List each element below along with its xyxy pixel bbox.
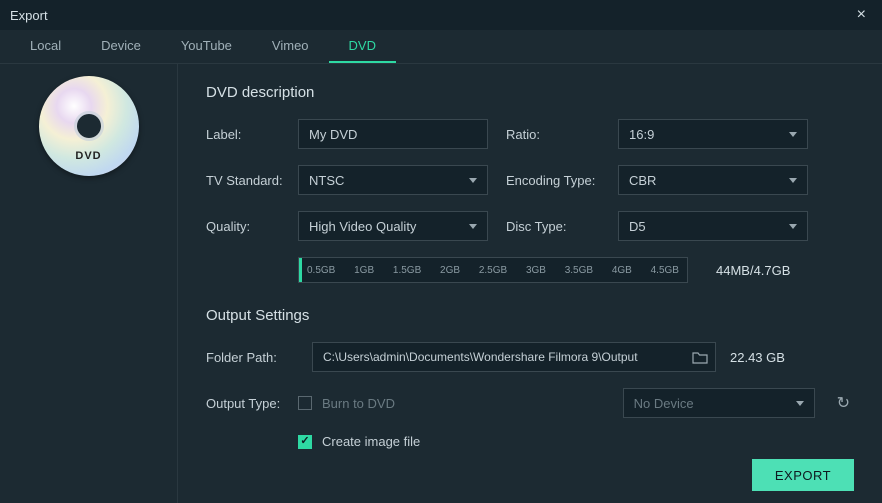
create-image-checkbox[interactable] <box>298 435 312 449</box>
burn-to-dvd-checkbox[interactable] <box>298 396 312 410</box>
tab-vimeo[interactable]: Vimeo <box>252 30 329 63</box>
titlebar: Export × <box>0 0 882 30</box>
size-text: 44MB/4.7GB <box>716 263 790 278</box>
chevron-down-icon <box>789 132 797 137</box>
enc-value: CBR <box>629 173 656 188</box>
export-button[interactable]: EXPORT <box>752 459 854 491</box>
disctype-select[interactable]: D5 <box>618 211 808 241</box>
label-lbl: Label: <box>206 127 298 142</box>
chevron-down-icon <box>789 178 797 183</box>
label-input[interactable] <box>298 119 488 149</box>
tvstd-select[interactable]: NTSC <box>298 165 488 195</box>
quality-value: High Video Quality <box>309 219 416 234</box>
dvd-disc-icon: DVD <box>39 76 139 176</box>
quality-select[interactable]: High Video Quality <box>298 211 488 241</box>
output-type-lbl: Output Type: <box>206 396 298 411</box>
ratio-select[interactable]: 16:9 <box>618 119 808 149</box>
window-title: Export <box>10 8 48 23</box>
create-image-label: Create image file <box>322 434 420 449</box>
enc-lbl: Encoding Type: <box>506 173 618 188</box>
chevron-down-icon <box>796 401 804 406</box>
gauge-ticks: 0.5GB 1GB 1.5GB 2GB 2.5GB 3GB 3.5GB 4GB … <box>299 258 687 282</box>
disctype-value: D5 <box>629 219 646 234</box>
dvd-disc-label: DVD <box>75 150 101 162</box>
tvstd-lbl: TV Standard: <box>206 173 298 188</box>
device-value: No Device <box>634 396 694 411</box>
content: DVD DVD description Label: Ratio: 16:9 T… <box>0 64 882 503</box>
chevron-down-icon <box>469 178 477 183</box>
refresh-icon[interactable]: ↻ <box>833 389 854 417</box>
tab-youtube[interactable]: YouTube <box>161 30 252 63</box>
device-select[interactable]: No Device <box>623 388 815 418</box>
close-icon[interactable]: × <box>851 6 872 24</box>
tab-device[interactable]: Device <box>81 30 161 63</box>
tab-local[interactable]: Local <box>10 30 81 63</box>
sidebar: DVD <box>0 64 178 503</box>
main-panel: DVD description Label: Ratio: 16:9 TV St… <box>178 64 882 503</box>
ratio-value: 16:9 <box>629 127 654 142</box>
disctype-lbl: Disc Type: <box>506 219 618 234</box>
tabs: Local Device YouTube Vimeo DVD <box>0 30 882 64</box>
burn-to-dvd-label: Burn to DVD <box>322 396 395 411</box>
tab-dvd[interactable]: DVD <box>329 30 396 63</box>
dvd-description-heading: DVD description <box>206 84 854 101</box>
folder-path-input[interactable]: C:\Users\admin\Documents\Wondershare Fil… <box>312 342 716 372</box>
tvstd-value: NTSC <box>309 173 344 188</box>
folder-icon[interactable] <box>685 350 715 364</box>
chevron-down-icon <box>789 224 797 229</box>
chevron-down-icon <box>469 224 477 229</box>
enc-select[interactable]: CBR <box>618 165 808 195</box>
folder-path-value: C:\Users\admin\Documents\Wondershare Fil… <box>313 350 685 364</box>
free-space-text: 22.43 GB <box>730 350 785 365</box>
output-settings-heading: Output Settings <box>206 307 854 324</box>
quality-lbl: Quality: <box>206 219 298 234</box>
ratio-lbl: Ratio: <box>506 127 618 142</box>
size-gauge: 0.5GB 1GB 1.5GB 2GB 2.5GB 3GB 3.5GB 4GB … <box>298 257 688 283</box>
folder-path-lbl: Folder Path: <box>206 350 298 365</box>
